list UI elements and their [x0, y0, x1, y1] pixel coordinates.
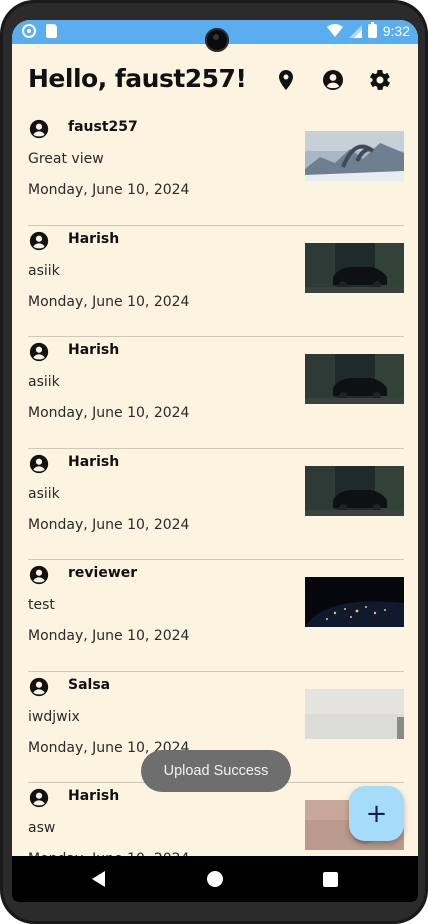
post-thumbnail[interactable]: [305, 354, 404, 404]
post-caption: Great view: [28, 151, 104, 167]
system-nav-bar: [12, 856, 418, 902]
home-icon[interactable]: [207, 871, 223, 887]
notification-icon: [22, 24, 36, 38]
post-item[interactable]: Harish asiik Monday, June 10, 2024: [28, 449, 404, 560]
location-pin-icon[interactable]: [274, 68, 298, 92]
post-item[interactable]: Harish asiik Monday, June 10, 2024: [28, 226, 404, 337]
post-caption: asiik: [28, 485, 60, 502]
avatar-icon: [28, 453, 50, 475]
post-date: Monday, June 10, 2024: [28, 628, 190, 644]
post-caption: asw: [28, 820, 56, 836]
avatar-icon: [28, 676, 50, 698]
settings-gear-icon[interactable]: [368, 68, 392, 92]
add-post-button[interactable]: +: [349, 786, 404, 841]
app-header: Hello, faust257!: [12, 44, 418, 114]
post-date: Monday, June 10, 2024: [28, 405, 190, 421]
post-caption: asiik: [28, 262, 60, 279]
battery-icon: [367, 22, 377, 38]
upload-toast: Upload Success: [141, 750, 291, 792]
post-thumbnail[interactable]: [305, 688, 404, 739]
avatar-icon: [28, 564, 50, 586]
status-time: 9:32: [382, 23, 410, 39]
post-thumbnail[interactable]: [305, 242, 404, 293]
recent-apps-icon[interactable]: [323, 872, 338, 887]
post-date: Monday, June 10, 2024: [28, 182, 190, 198]
account-circle-icon[interactable]: [321, 68, 345, 92]
post-item[interactable]: Harish asiik Monday, June 10, 2024: [28, 337, 404, 449]
post-username: Harish: [68, 230, 120, 247]
post-item[interactable]: reviewer test Monday, June 10, 2024: [28, 560, 404, 672]
post-thumbnail[interactable]: [305, 465, 404, 516]
post-caption: test: [28, 597, 55, 613]
sim-card-icon: [46, 24, 57, 38]
post-date: Monday, June 10, 2024: [28, 516, 190, 533]
post-date: Monday, June 10, 2024: [28, 293, 190, 310]
page-title: Hello, faust257!: [28, 64, 247, 93]
wifi-icon: [326, 24, 343, 37]
post-username: Salsa: [68, 676, 111, 693]
front-camera: [205, 28, 229, 52]
post-item[interactable]: faust257 Great view Monday, June 10, 202…: [28, 114, 404, 226]
avatar-icon: [28, 118, 50, 140]
cell-signal-icon: [348, 24, 362, 38]
post-username: reviewer: [68, 565, 138, 581]
plus-icon: +: [365, 798, 388, 829]
post-username: Harish: [68, 788, 120, 804]
avatar-icon: [28, 787, 50, 809]
avatar-icon: [28, 341, 50, 363]
post-thumbnail[interactable]: [305, 577, 404, 627]
post-username: faust257: [68, 119, 138, 135]
post-username: Harish: [68, 453, 120, 470]
app-screen: 9:32 Hello, faust257! faust257 Great vie…: [12, 20, 418, 902]
post-username: Harish: [68, 342, 120, 358]
post-caption: iwdjwix: [28, 708, 80, 725]
post-thumbnail[interactable]: [305, 131, 404, 181]
back-icon[interactable]: [92, 871, 105, 887]
avatar-icon: [28, 230, 50, 252]
post-caption: asiik: [28, 374, 60, 390]
